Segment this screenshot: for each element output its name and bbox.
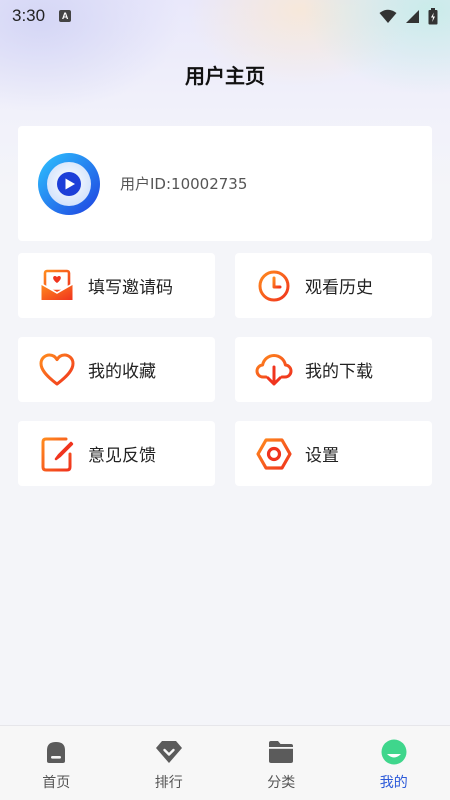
nav-category-label: 分类	[267, 775, 296, 791]
status-time: 3:30	[12, 6, 46, 25]
favorites-label: 我的收藏	[88, 362, 156, 382]
a-letter-icon: A	[59, 10, 72, 22]
envelope-heart-icon	[38, 267, 76, 305]
watch-history-button[interactable]: 观看历史	[235, 253, 432, 318]
ranking-icon	[155, 738, 183, 766]
settings-label: 设置	[305, 446, 339, 466]
wifi-icon	[379, 9, 397, 23]
nav-ranking-label: 排行	[154, 775, 183, 791]
bottom-nav: 首页 排行 分类 我的	[0, 725, 450, 800]
folder-icon	[267, 738, 295, 766]
nav-profile[interactable]: 我的	[338, 726, 450, 800]
profile-icon	[380, 738, 408, 766]
settings-button[interactable]: 设置	[235, 421, 432, 486]
nav-category[interactable]: 分类	[225, 726, 338, 800]
profile-card[interactable]: 用户ID:10002735	[18, 126, 432, 241]
clock-icon	[255, 267, 293, 305]
downloads-button[interactable]: 我的下载	[235, 337, 432, 402]
home-icon	[42, 738, 70, 766]
cloud-download-icon	[255, 351, 293, 389]
battery-icon	[428, 7, 438, 24]
feedback-button[interactable]: 意见反馈	[18, 421, 215, 486]
status-bar: 3:30 A	[0, 0, 450, 32]
watch-history-label: 观看历史	[305, 278, 373, 298]
favorites-button[interactable]: 我的收藏	[18, 337, 215, 402]
signal-icon	[406, 9, 419, 23]
nav-home-label: 首页	[42, 775, 71, 791]
hexagon-gear-icon	[255, 435, 293, 473]
invite-code-button[interactable]: 填写邀请码	[18, 253, 215, 318]
downloads-label: 我的下载	[305, 362, 373, 382]
user-id-label: 用户ID:10002735	[120, 175, 248, 193]
nav-profile-label: 我的	[379, 775, 408, 791]
edit-note-icon	[38, 435, 76, 473]
invite-code-label: 填写邀请码	[88, 278, 173, 298]
page-title: 用户主页	[185, 64, 265, 88]
heart-icon	[38, 351, 76, 389]
play-circle-icon[interactable]	[38, 152, 100, 215]
feedback-label: 意见反馈	[88, 446, 156, 466]
status-icons	[379, 7, 438, 25]
nav-ranking[interactable]: 排行	[113, 726, 226, 800]
nav-home[interactable]: 首页	[0, 726, 113, 800]
